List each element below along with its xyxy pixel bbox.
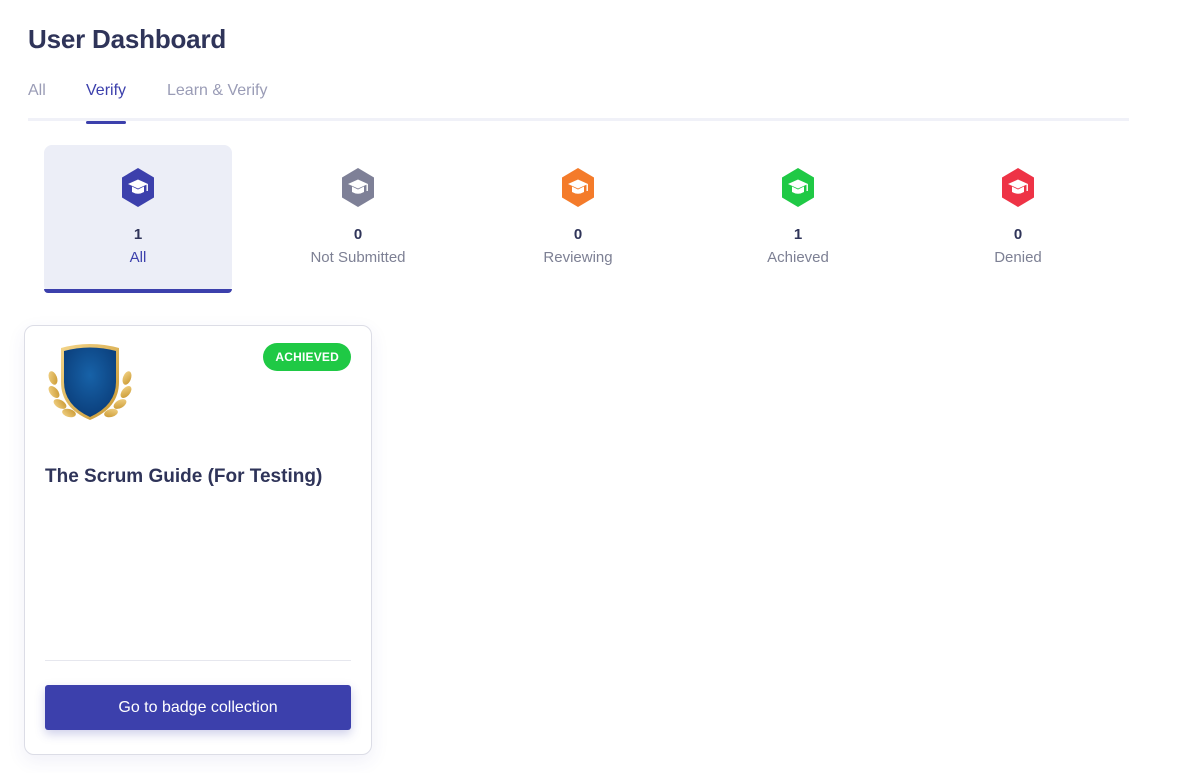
graduation-cap-icon bbox=[120, 167, 156, 208]
filter-reviewing[interactable]: 0 Reviewing bbox=[484, 145, 672, 293]
filter-denied[interactable]: 0 Denied bbox=[924, 145, 1112, 293]
filter-achieved[interactable]: 1 Achieved bbox=[704, 145, 892, 293]
shield-laurel-badge-icon bbox=[45, 342, 135, 424]
user-dashboard: User Dashboard All Verify Learn & Verify… bbox=[0, 0, 1198, 773]
go-to-badge-collection-button[interactable]: Go to badge collection bbox=[45, 685, 351, 730]
filter-label: Achieved bbox=[767, 249, 829, 266]
tab-label: Learn & Verify bbox=[167, 82, 268, 99]
tab-label: All bbox=[28, 82, 46, 99]
filter-label: All bbox=[129, 249, 147, 266]
filter-label: Not Submitted bbox=[310, 249, 406, 266]
filter-count: 0 bbox=[573, 226, 583, 243]
status-badge: ACHIEVED bbox=[263, 343, 351, 371]
tab-label: Verify bbox=[86, 82, 127, 99]
page-title: User Dashboard bbox=[28, 24, 227, 54]
tab-bar: All Verify Learn & Verify bbox=[28, 82, 1129, 124]
filter-count: 1 bbox=[133, 226, 143, 243]
filter-count: 0 bbox=[353, 226, 363, 243]
active-tab-indicator bbox=[86, 121, 127, 124]
filter-label: Denied bbox=[994, 249, 1042, 266]
filter-count: 1 bbox=[793, 226, 803, 243]
badge-card: ACHIEVED The Scrum Guide (For Testing) G… bbox=[24, 325, 372, 755]
graduation-cap-icon bbox=[560, 167, 596, 208]
filter-count: 0 bbox=[1013, 226, 1023, 243]
filter-not-submitted[interactable]: 0 Not Submitted bbox=[264, 145, 452, 293]
graduation-cap-icon bbox=[780, 167, 816, 208]
graduation-cap-icon bbox=[1000, 167, 1036, 208]
status-filter-row: 1 All 0 Not Submitted 0 Reviewing 1 Achi… bbox=[44, 145, 1144, 293]
tab-verify[interactable]: Verify bbox=[86, 82, 127, 124]
card-title: The Scrum Guide (For Testing) bbox=[45, 466, 323, 487]
tab-learn-and-verify[interactable]: Learn & Verify bbox=[167, 82, 268, 121]
filter-label: Reviewing bbox=[543, 249, 613, 266]
tab-all[interactable]: All bbox=[28, 82, 46, 121]
card-divider bbox=[45, 660, 351, 661]
filter-all[interactable]: 1 All bbox=[44, 145, 232, 293]
graduation-cap-icon bbox=[340, 167, 376, 208]
